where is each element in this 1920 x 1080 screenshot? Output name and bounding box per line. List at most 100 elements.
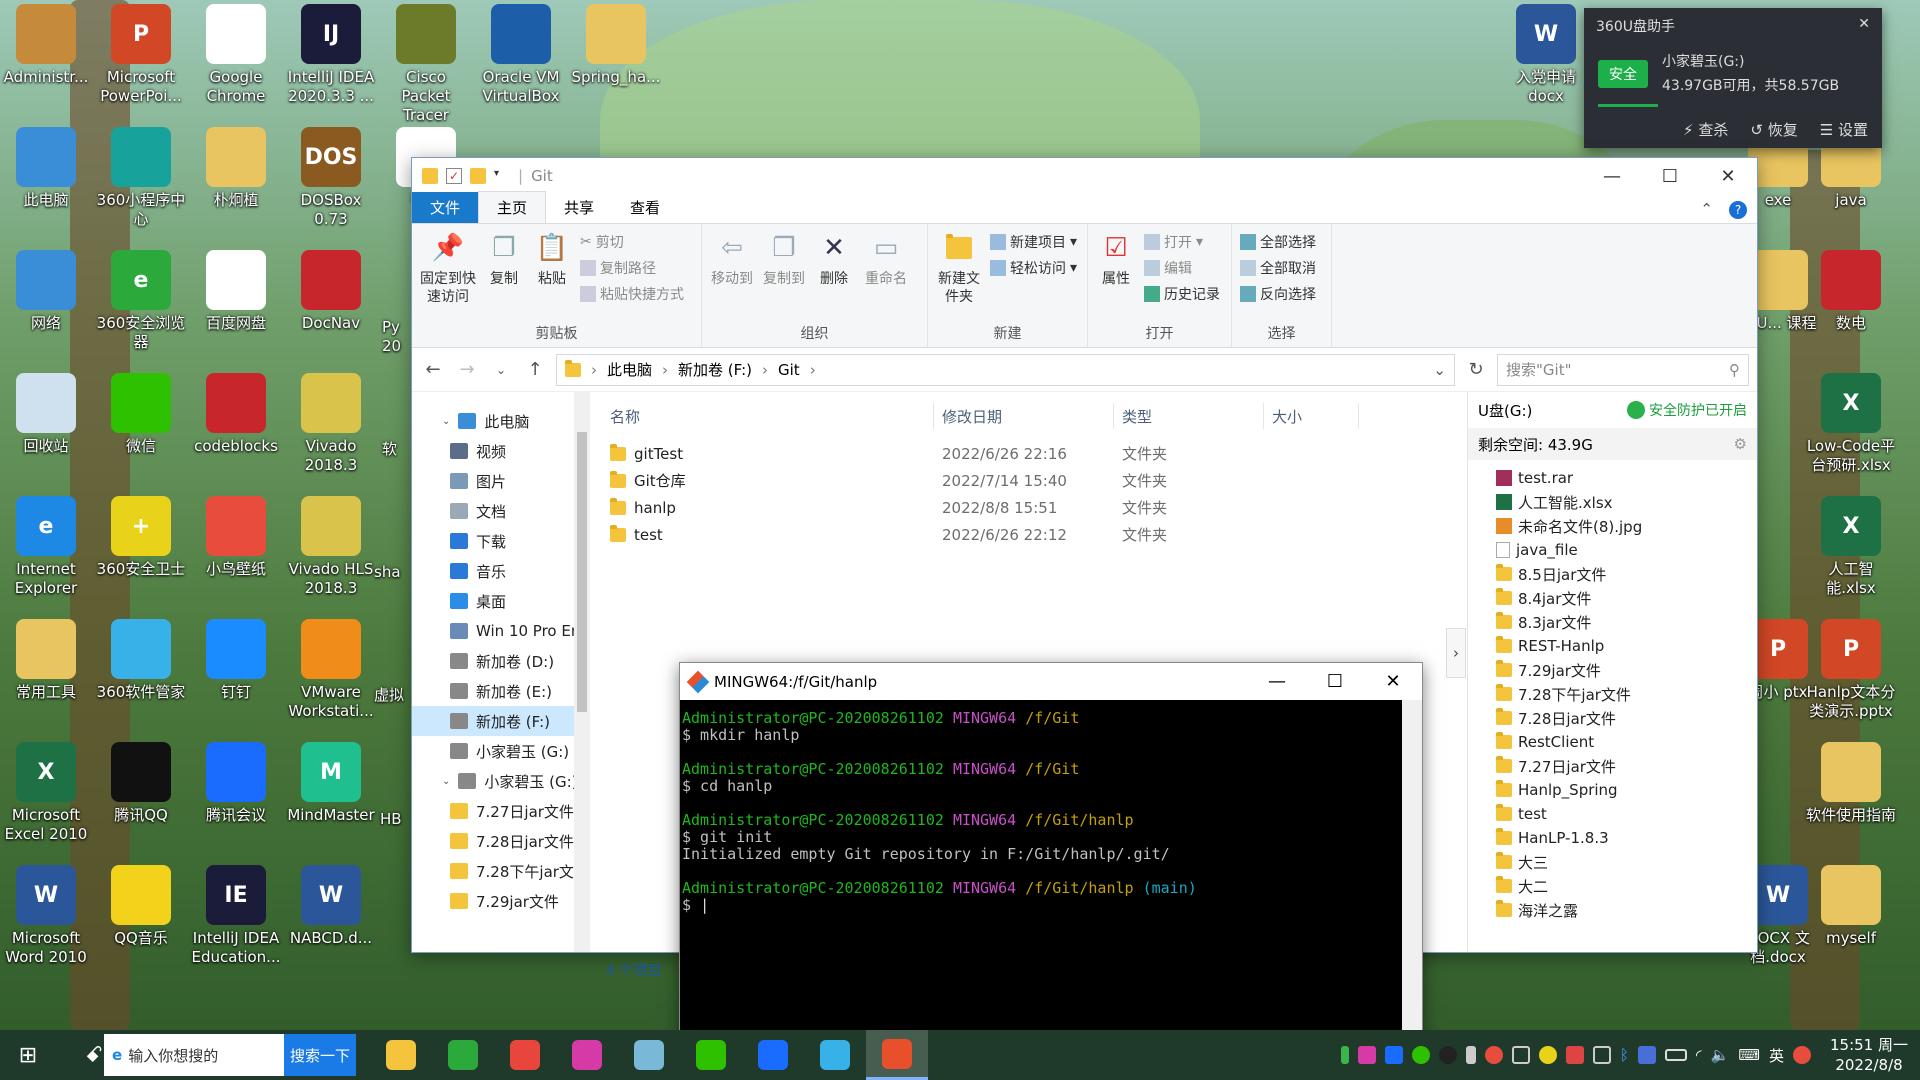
nav-item[interactable]: 新加卷 (F:) xyxy=(412,706,590,736)
wifi-icon[interactable]: ◜ xyxy=(1696,1046,1702,1064)
nav-item[interactable]: 7.28日jar文件 xyxy=(412,826,590,856)
copy-path-button[interactable]: 复制路径 xyxy=(580,258,684,278)
taskbar-file-explorer-button[interactable] xyxy=(370,1030,432,1080)
desktop-icon[interactable]: Vivado HLS 2018.3 xyxy=(285,496,377,598)
desktop-icon[interactable]: Vivado 2018.3 xyxy=(285,373,377,475)
desktop-icon[interactable]: X 人工智能.xlsx xyxy=(1805,496,1897,598)
nav-scrollbar[interactable] xyxy=(574,392,590,952)
usb-item[interactable]: test xyxy=(1496,802,1757,826)
desktop-icon[interactable]: P Microsoft PowerPoi... xyxy=(95,4,187,106)
collapse-ribbon-icon[interactable]: ⌃ xyxy=(1694,195,1719,223)
usb-item[interactable]: 海洋之露 xyxy=(1496,898,1757,922)
windows-start-icon[interactable]: ⊞ xyxy=(0,1043,56,1068)
desktop-icon[interactable]: X Low-Code平台预研.xlsx xyxy=(1805,373,1897,475)
tab-home[interactable]: 主页 xyxy=(478,191,547,223)
maximize-button[interactable]: ☐ xyxy=(1306,671,1364,692)
close-icon[interactable]: ✕ xyxy=(1858,16,1870,36)
qq-tray-icon[interactable] xyxy=(1438,1046,1457,1064)
minimize-button[interactable]: — xyxy=(1248,671,1306,692)
help-icon[interactable]: ? xyxy=(1719,196,1757,223)
select-all-button[interactable]: 全部选择 xyxy=(1240,232,1316,252)
back-arrow-icon[interactable]: ← xyxy=(420,359,446,380)
history-button[interactable]: 历史记录 xyxy=(1144,284,1220,304)
close-button[interactable]: ✕ xyxy=(1699,158,1757,194)
usb-item[interactable]: test.rar xyxy=(1496,466,1757,490)
window-tray-icon[interactable] xyxy=(1511,1046,1530,1064)
usb-item[interactable]: java_file xyxy=(1496,538,1757,562)
new-item-button[interactable]: 新建项目 ▾ xyxy=(990,232,1077,252)
wechat-tray-icon[interactable] xyxy=(1411,1046,1430,1064)
ime-indicator[interactable]: 英 xyxy=(1769,1045,1784,1066)
usb-item[interactable]: REST-Hanlp xyxy=(1496,634,1757,658)
desktop-icon-label[interactable]: 虚拟 xyxy=(374,686,404,705)
desktop-icon[interactable]: 360软件管家 xyxy=(95,619,187,702)
taskbar-tencent-meeting-button[interactable] xyxy=(742,1030,804,1080)
tab-file[interactable]: 文件 xyxy=(412,192,479,223)
app-tray-icon[interactable] xyxy=(1637,1046,1656,1064)
desktop-icon[interactable]: QQ音乐 xyxy=(95,865,187,948)
usb-item[interactable]: 大二 xyxy=(1496,874,1757,898)
usb-item[interactable]: 7.27日jar文件 xyxy=(1496,754,1757,778)
desktop-icon[interactable]: +360安全卫士 xyxy=(95,496,187,579)
360-logo-icon[interactable]: ꗃ xyxy=(74,1043,114,1068)
settings-button[interactable]: ☰ 设置 xyxy=(1820,119,1868,140)
file-row[interactable]: hanlp 2022/8/8 15:51 文件夹 xyxy=(590,494,1467,521)
intellij-tray-icon[interactable] xyxy=(1357,1046,1376,1064)
nav-item[interactable]: 7.28下午jar文件 xyxy=(412,856,590,886)
nav-item[interactable]: 新加卷 (D:) xyxy=(412,646,590,676)
select-none-button[interactable]: 全部取消 xyxy=(1240,258,1316,278)
desktop-icon[interactable]: Google Chrome xyxy=(190,4,282,106)
usb-item[interactable]: 大三 xyxy=(1496,850,1757,874)
open-button[interactable]: 打开 ▾ xyxy=(1144,232,1220,252)
usb-tray-icon[interactable] xyxy=(1465,1046,1476,1064)
chevron-right-icon[interactable]: › xyxy=(810,361,816,379)
nav-item[interactable]: 视频 xyxy=(412,436,590,466)
forward-arrow-icon[interactable]: → xyxy=(454,359,480,380)
desktop-icon[interactable]: Cisco Packet Tracer xyxy=(380,4,472,125)
nav-item[interactable]: 小家碧玉 (G:) xyxy=(412,736,590,766)
desktop-icon[interactable]: W NABCD.d... xyxy=(285,865,377,948)
bluetooth-icon[interactable]: ᛒ xyxy=(1620,1046,1629,1064)
desktop-icon[interactable]: M MindMaster xyxy=(285,742,377,825)
desktop-icon[interactable]: DocNav xyxy=(285,250,377,333)
properties-check-icon[interactable]: ✓ xyxy=(446,168,462,184)
search-button[interactable]: 搜索一下 xyxy=(284,1034,356,1076)
easy-access-button[interactable]: 轻松访问 ▾ xyxy=(990,258,1077,278)
taskbar-git-bash-button[interactable] xyxy=(866,1030,928,1080)
tab-share[interactable]: 共享 xyxy=(546,192,612,223)
nav-item[interactable]: Win 10 Pro Ent xyxy=(412,616,590,646)
usb-item[interactable]: RestClient xyxy=(1496,730,1757,754)
usb-item[interactable]: 8.5日jar文件 xyxy=(1496,562,1757,586)
usb-item[interactable]: 7.29jar文件 xyxy=(1496,658,1757,682)
desktop-icon-label[interactable]: HB xyxy=(380,810,410,829)
nav-item[interactable]: 下载 xyxy=(412,526,590,556)
taskbar-search-input[interactable]: e 输入你想搜的 xyxy=(104,1034,284,1076)
battery-icon[interactable] xyxy=(1664,1049,1687,1061)
color-tray-icon[interactable] xyxy=(1484,1046,1503,1064)
chevron-down-icon[interactable]: ⌄ xyxy=(442,776,450,787)
desktop-icon[interactable]: Oracle VM VirtualBox xyxy=(475,4,567,106)
desktop-icon[interactable]: IE IntelliJ IDEA Education... xyxy=(190,865,282,967)
taskbar-360-software-button[interactable] xyxy=(804,1030,866,1080)
nav-item[interactable]: 图片 xyxy=(412,466,590,496)
invert-selection-button[interactable]: 反向选择 xyxy=(1240,284,1316,304)
sogou-tray-icon[interactable] xyxy=(1793,1046,1811,1064)
file-row[interactable]: gitTest 2022/6/26 22:16 文件夹 xyxy=(590,440,1467,467)
desktop-icon[interactable]: 腾讯会议 xyxy=(190,742,282,825)
nav-item[interactable]: ⌄ 此电脑 xyxy=(412,406,590,436)
desktop-icon[interactable]: 钉钉 xyxy=(190,619,282,702)
desktop-icon[interactable]: 回收站 xyxy=(0,373,92,456)
new-folder-icon[interactable] xyxy=(470,168,486,184)
desktop-icon-label[interactable]: Py 20 xyxy=(382,318,412,356)
taskbar-notepad-button[interactable] xyxy=(618,1030,680,1080)
breadcrumb-item[interactable]: 此电脑 xyxy=(607,359,652,380)
desktop-icon[interactable]: VMware Workstati... xyxy=(285,619,377,721)
meeting-tray-icon[interactable] xyxy=(1384,1046,1403,1064)
search-input[interactable]: 搜索"Git" ⚲ xyxy=(1497,353,1749,386)
nav-item[interactable]: 桌面 xyxy=(412,586,590,616)
keyboard-icon[interactable]: ⌨ xyxy=(1738,1046,1760,1064)
terminal-scrollbar[interactable] xyxy=(1402,700,1422,1040)
desktop-icon[interactable]: W 入党申请 docx xyxy=(1500,4,1592,106)
usb-item[interactable]: HanLP-1.8.3 xyxy=(1496,826,1757,850)
tab-view[interactable]: 查看 xyxy=(612,192,678,223)
